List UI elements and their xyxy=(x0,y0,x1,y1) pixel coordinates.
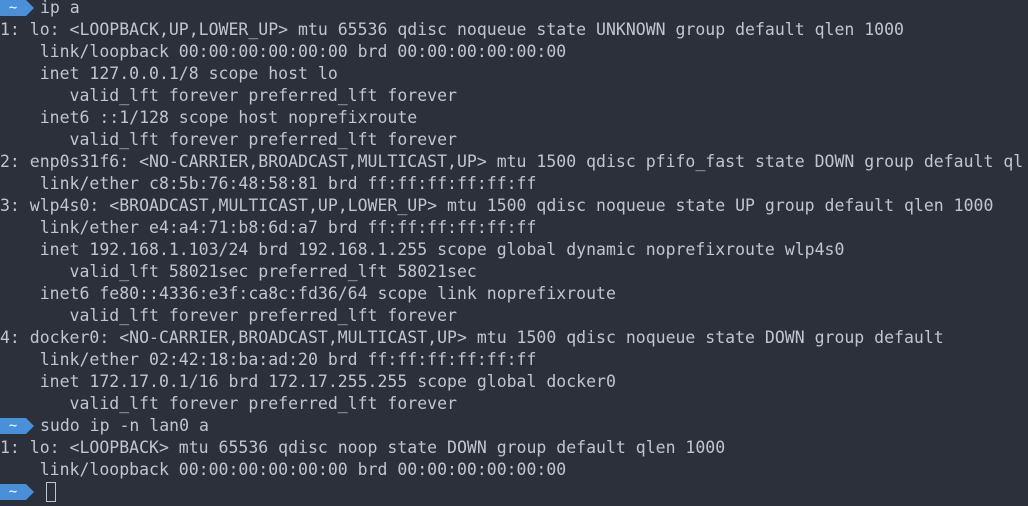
output-line: link/loopback 00:00:00:00:00:00 brd 00:0… xyxy=(0,42,567,61)
prompt-line: ~ xyxy=(0,481,1028,503)
output-line: inet 172.17.0.1/16 brd 172.17.255.255 sc… xyxy=(0,372,616,391)
terminal[interactable]: ~ ip a 1: lo: <LOOPBACK,UP,LOWER_UP> mtu… xyxy=(0,0,1028,503)
output-line: link/ether 02:42:18:ba:ad:20 brd ff:ff:f… xyxy=(0,350,537,369)
output-line: inet6 fe80::4336:e3f:ca8c:fd36/64 scope … xyxy=(0,284,616,303)
output-line: inet 127.0.0.1/8 scope host lo xyxy=(0,64,338,83)
prompt-directory-segment: ~ xyxy=(0,0,34,16)
output-line: link/ether e4:a4:71:b8:6d:a7 brd ff:ff:f… xyxy=(0,218,537,237)
output-line: inet 192.168.1.103/24 brd 192.168.1.255 … xyxy=(0,240,845,259)
command-text: ip a xyxy=(40,0,80,17)
output-line: inet6 ::1/128 scope host noprefixroute xyxy=(0,108,418,127)
output-line: valid_lft forever preferred_lft forever xyxy=(0,306,457,325)
command-text: sudo ip -n lan0 a xyxy=(40,416,209,435)
prompt-line: ~ ip a xyxy=(0,0,1028,19)
prompt-directory-segment: ~ xyxy=(0,418,34,434)
prompt-line: ~ sudo ip -n lan0 a xyxy=(0,415,1028,437)
text-cursor xyxy=(46,482,56,502)
output-line: 2: enp0s31f6: <NO-CARRIER,BROADCAST,MULT… xyxy=(0,152,1024,171)
output-line: valid_lft 58021sec preferred_lft 58021se… xyxy=(0,262,477,281)
output-line: 1: lo: <LOOPBACK> mtu 65536 qdisc noop s… xyxy=(0,438,726,457)
output-line: valid_lft forever preferred_lft forever xyxy=(0,394,457,413)
output-line: 4: docker0: <NO-CARRIER,BROADCAST,MULTIC… xyxy=(0,328,944,347)
prompt-directory-segment: ~ xyxy=(0,484,34,500)
output-line: link/ether c8:5b:76:48:58:81 brd ff:ff:f… xyxy=(0,174,537,193)
output-line: link/loopback 00:00:00:00:00:00 brd 00:0… xyxy=(0,460,567,479)
output-line: valid_lft forever preferred_lft forever xyxy=(0,86,457,105)
output-line: valid_lft forever preferred_lft forever xyxy=(0,130,457,149)
output-line: 3: wlp4s0: <BROADCAST,MULTICAST,UP,LOWER… xyxy=(0,196,994,215)
output-line: 1: lo: <LOOPBACK,UP,LOWER_UP> mtu 65536 … xyxy=(0,20,904,39)
